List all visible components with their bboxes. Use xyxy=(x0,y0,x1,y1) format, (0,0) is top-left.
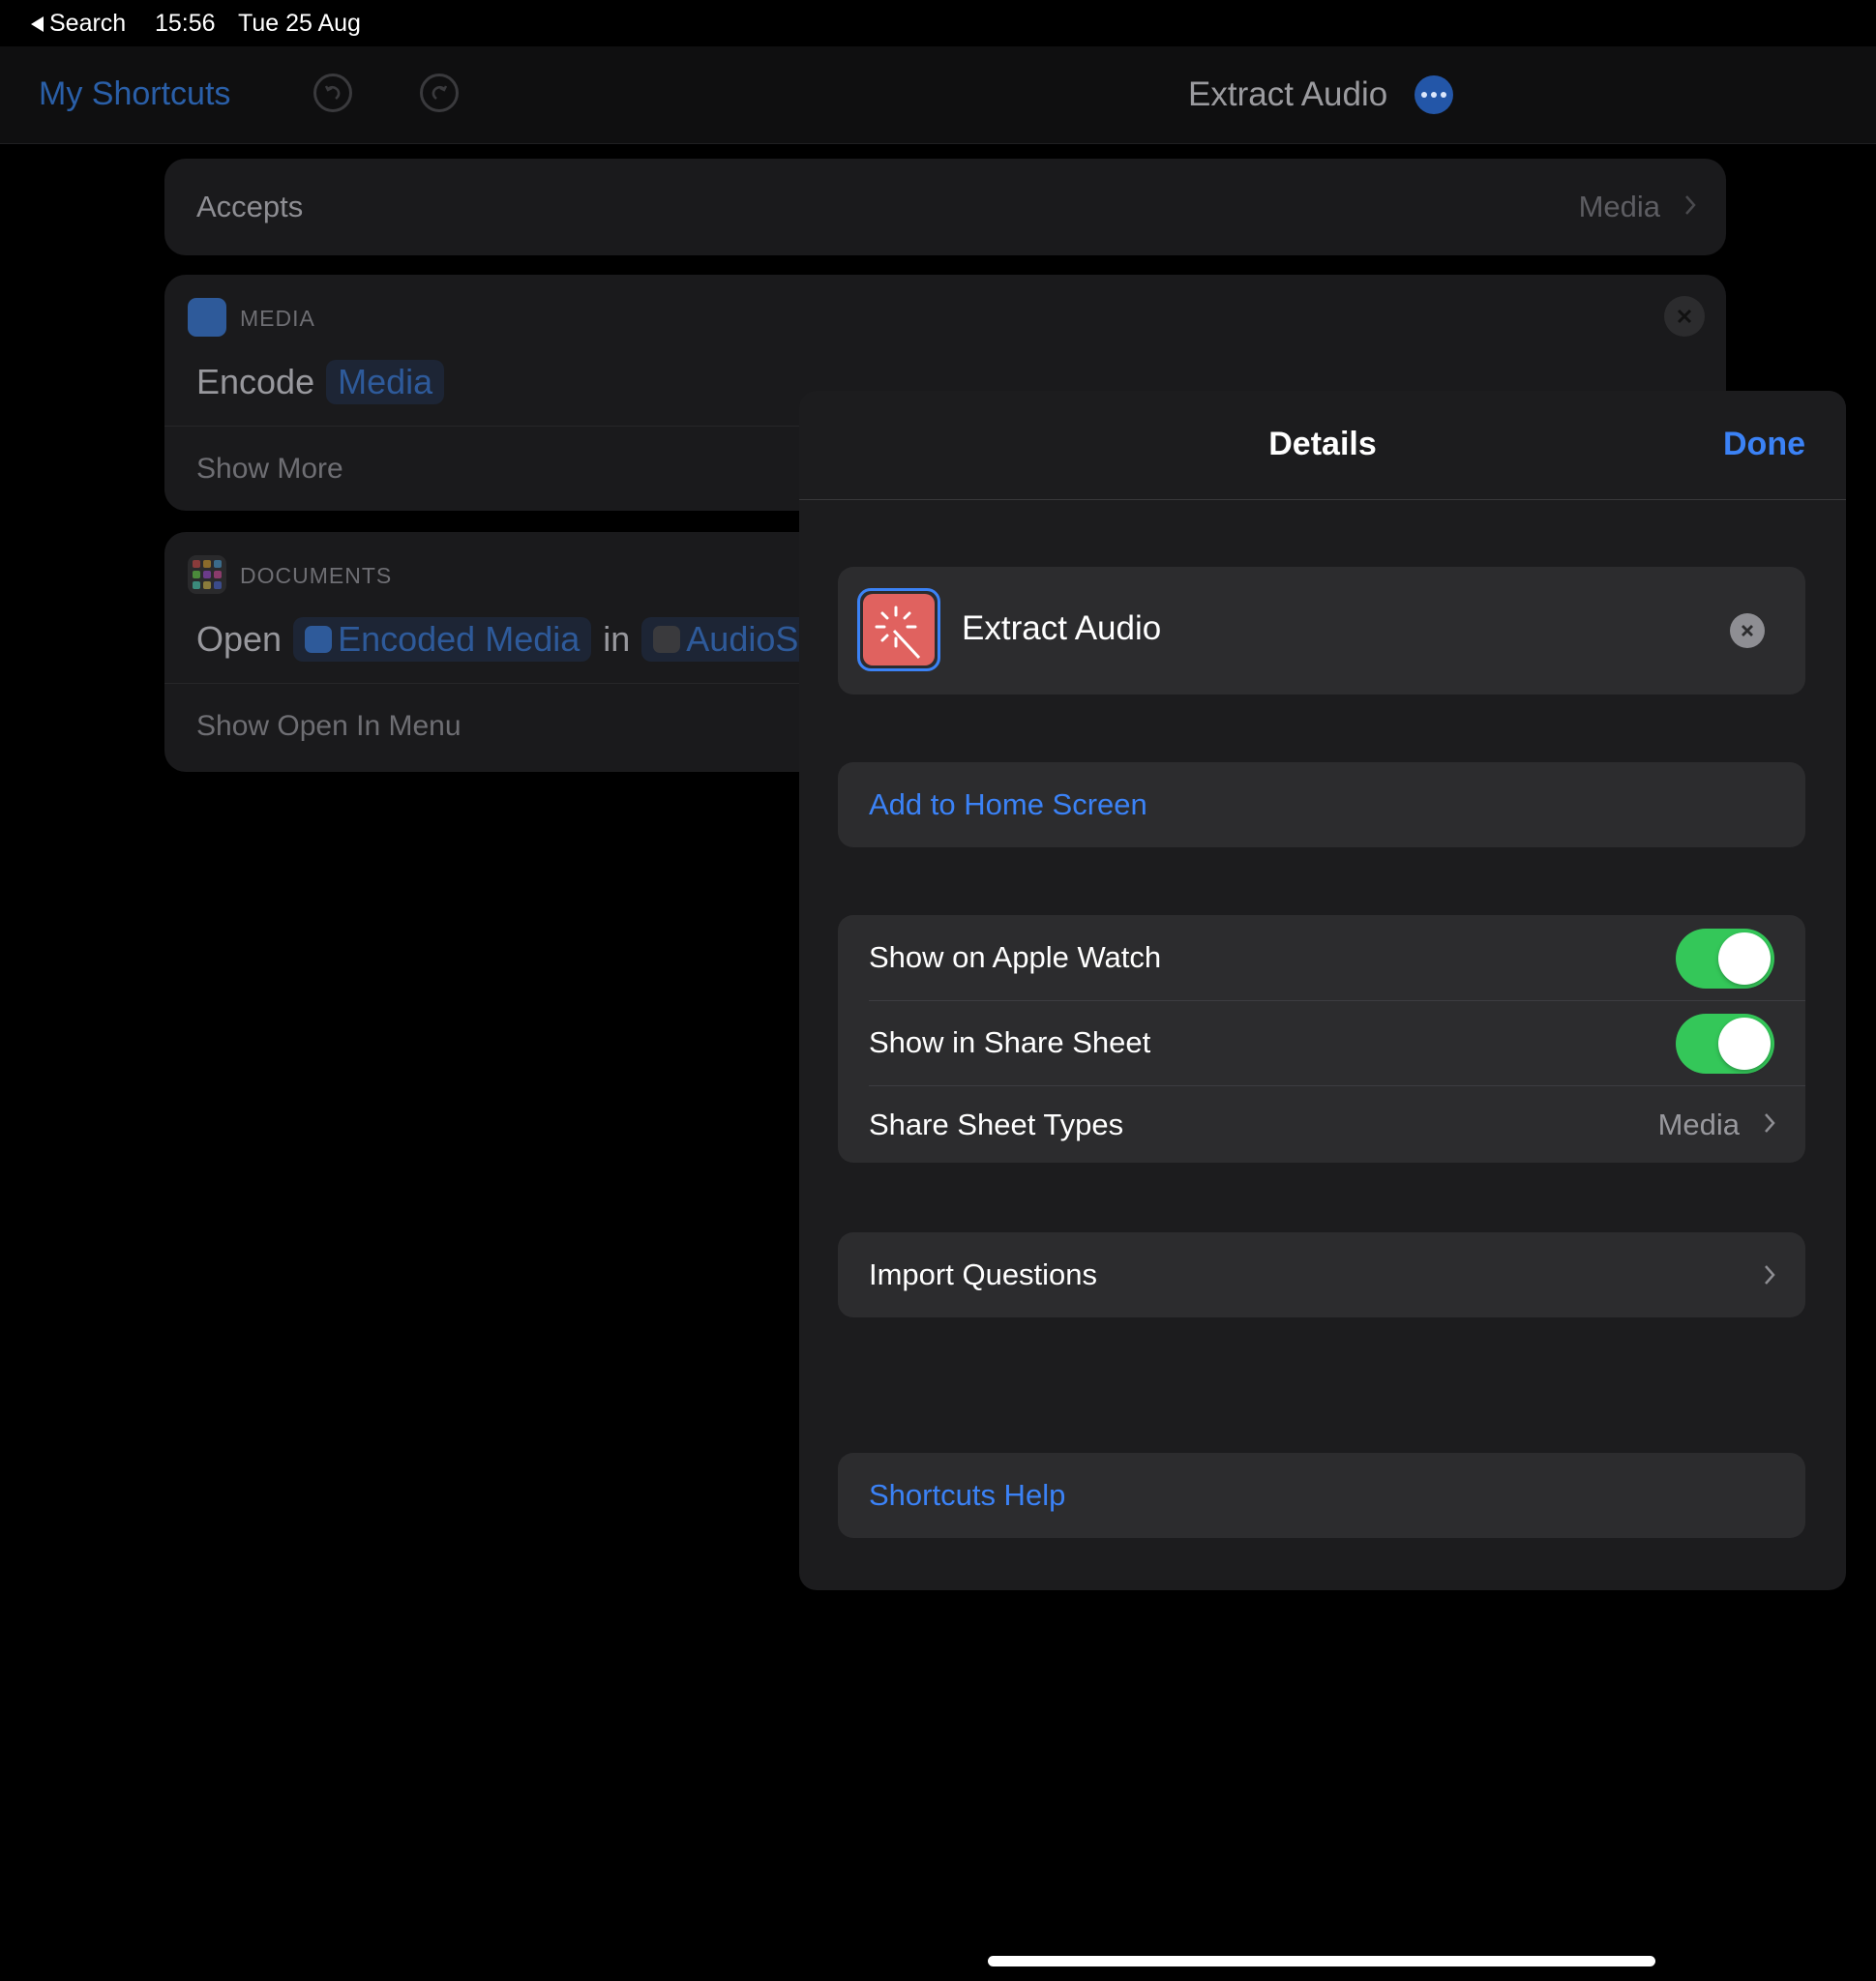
magic-wand-icon xyxy=(875,606,921,660)
accepts-label: Accepts xyxy=(196,190,304,223)
documents-category-icon xyxy=(188,555,226,594)
show-on-apple-watch-label: Show on Apple Watch xyxy=(869,940,1162,974)
shortcut-title[interactable]: Extract Audio xyxy=(1188,75,1387,114)
undo-button[interactable] xyxy=(313,74,352,112)
back-triangle-icon xyxy=(31,15,44,32)
encode-action-line: Encode Media xyxy=(196,360,456,404)
open-action-line: Open Encoded Media in AudioS xyxy=(196,617,821,662)
show-open-in-menu-button[interactable]: Show Open In Menu xyxy=(196,710,462,743)
status-back-to-search[interactable]: Search xyxy=(31,10,126,38)
share-sheet-types-label: Share Sheet Types xyxy=(869,1108,1124,1141)
chevron-right-icon xyxy=(1765,1113,1775,1133)
remove-action-button[interactable] xyxy=(1664,296,1705,337)
details-sheet: Details Done Extract Audio Add to Home S… xyxy=(799,391,1846,1590)
shortcuts-help-button[interactable]: Shortcuts Help xyxy=(838,1453,1805,1538)
documents-category-label: DOCUMENTS xyxy=(240,563,393,588)
status-bar: Search 15:56 Tue 25 Aug xyxy=(0,0,1876,46)
chevron-right-icon xyxy=(1765,1265,1775,1285)
show-in-share-sheet-toggle[interactable] xyxy=(1676,1014,1774,1074)
media-variable-token[interactable]: Media xyxy=(326,360,445,404)
share-sheet-types-value: Media xyxy=(1657,1108,1740,1141)
navigation-bar: My Shortcuts Extract Audio xyxy=(0,46,1876,144)
chevron-right-icon xyxy=(1685,195,1696,215)
open-verb: Open xyxy=(196,619,283,659)
redo-icon xyxy=(432,85,448,100)
import-questions-label: Import Questions xyxy=(869,1257,1098,1291)
accepts-row[interactable]: Accepts Media xyxy=(164,159,1726,255)
encode-verb: Encode xyxy=(196,362,315,401)
media-mini-icon xyxy=(305,626,333,653)
status-time: 15:56 xyxy=(155,10,216,37)
add-to-home-screen-button[interactable]: Add to Home Screen xyxy=(838,762,1805,847)
share-settings-group: Show on Apple Watch Show in Share Sheet … xyxy=(838,915,1805,1163)
status-date: Tue 25 Aug xyxy=(238,10,361,37)
home-indicator[interactable] xyxy=(988,1956,1655,1966)
app-mini-icon xyxy=(653,626,681,653)
shortcut-icon-button[interactable] xyxy=(857,588,940,671)
details-title: Details xyxy=(1268,426,1377,462)
app-token[interactable]: AudioS xyxy=(641,617,811,662)
show-in-share-sheet-label: Show in Share Sheet xyxy=(869,1025,1151,1059)
show-more-button[interactable]: Show More xyxy=(196,453,343,486)
encoded-media-token[interactable]: Encoded Media xyxy=(293,617,592,662)
shortcut-name-field[interactable]: Extract Audio xyxy=(962,609,1161,648)
clear-name-button[interactable] xyxy=(1730,613,1765,648)
import-questions-row[interactable]: Import Questions xyxy=(838,1232,1805,1317)
shortcut-name-row: Extract Audio xyxy=(838,567,1805,695)
in-connector: in xyxy=(603,619,631,659)
share-sheet-types-row[interactable]: Share Sheet Types Media xyxy=(838,1086,1805,1163)
media-category-label: MEDIA xyxy=(240,306,315,331)
close-icon xyxy=(1677,309,1692,324)
clear-icon xyxy=(1742,625,1753,636)
my-shortcuts-back-button[interactable]: My Shortcuts xyxy=(39,75,230,113)
ellipsis-icon xyxy=(1421,92,1427,98)
show-on-apple-watch-toggle[interactable] xyxy=(1676,929,1774,989)
redo-button[interactable] xyxy=(420,74,459,112)
shortcuts-help-label: Shortcuts Help xyxy=(869,1478,1066,1512)
add-to-home-screen-label: Add to Home Screen xyxy=(869,787,1147,821)
more-options-button[interactable] xyxy=(1414,75,1453,114)
media-category-icon xyxy=(188,298,226,337)
accepts-value: Media xyxy=(1578,190,1660,223)
done-button[interactable]: Done xyxy=(1723,426,1805,463)
undo-icon xyxy=(324,85,341,100)
details-header: Details Done xyxy=(799,391,1846,500)
